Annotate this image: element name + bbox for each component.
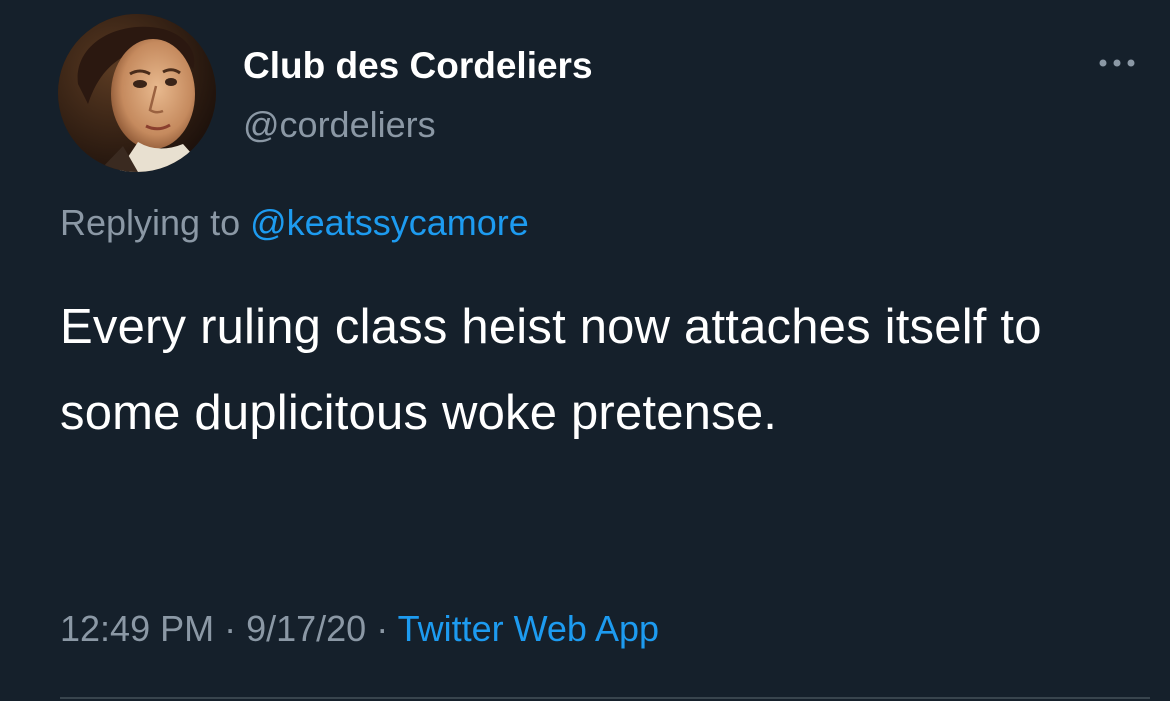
tweet-time[interactable]: 12:49 PM xyxy=(60,608,214,649)
tweet-date[interactable]: 9/17/20 xyxy=(246,608,366,649)
tweet-meta: 12:49 PM · 9/17/20 · Twitter Web App xyxy=(60,606,659,652)
replying-to-prefix: Replying to xyxy=(60,202,251,243)
portrait-icon xyxy=(58,14,216,172)
replying-to: Replying to @keatssycamore xyxy=(60,200,529,246)
divider xyxy=(60,697,1150,699)
tweet-text: Every ruling class heist now attaches it… xyxy=(60,300,1042,440)
more-options-button[interactable] xyxy=(1095,52,1145,74)
author-handle[interactable]: @cordeliers xyxy=(243,103,436,147)
tweet: Club des Cordeliers @cordeliers Replying… xyxy=(0,0,1170,701)
more-options-icon xyxy=(1099,59,1135,67)
tweet-source-link[interactable]: Twitter Web App xyxy=(398,608,659,649)
meta-separator: · xyxy=(366,608,398,649)
meta-separator: · xyxy=(214,608,247,649)
author-display-name[interactable]: Club des Cordeliers xyxy=(243,44,593,88)
author-avatar[interactable] xyxy=(58,14,216,172)
reply-mention-link[interactable]: @keatssycamore xyxy=(250,202,529,243)
